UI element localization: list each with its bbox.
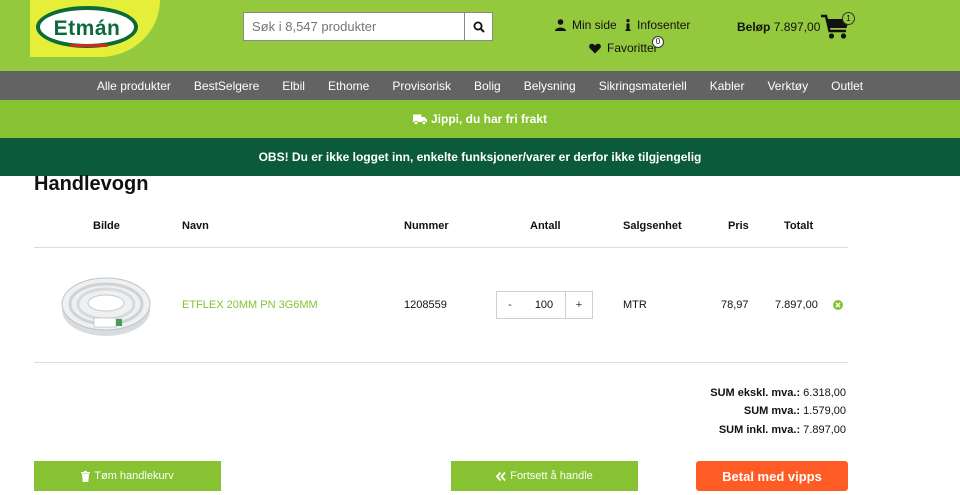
table-header-divider [34, 247, 848, 248]
free-shipping-text: Jippi, du har fri frakt [430, 112, 547, 126]
logo-oval: Etmán [36, 6, 138, 48]
sum-inc-vat-label: SUM inkl. mva.: [718, 424, 801, 436]
nav-item-sikringsmateriell[interactable]: Sikringsmateriell [587, 79, 698, 93]
main-navigation: Alle produkter BestSelgere Elbil Ethome … [0, 71, 960, 100]
sum-vat-label: SUM mva.: [743, 405, 801, 417]
product-name-link[interactable]: ETFLEX 20MM PN 3G6MM [182, 299, 318, 311]
site-header: Etmán Min side Infosenter Favoritter 0 [0, 0, 960, 71]
free-shipping-banner: Jippi, du har fri frakt [0, 100, 960, 138]
login-notice-banner: OBS! Du er ikke logget inn, enkelte funk… [0, 138, 960, 176]
search-icon [473, 21, 485, 33]
search-button[interactable] [464, 12, 493, 41]
column-header-quantity: Antall [530, 220, 561, 232]
remove-item-button[interactable] [833, 300, 843, 310]
quantity-input[interactable] [523, 291, 565, 319]
column-header-price: Pris [728, 220, 749, 232]
product-unit: MTR [623, 299, 647, 311]
sum-ex-vat-value: 6.318,00 [803, 387, 846, 399]
trash-icon [81, 470, 91, 482]
empty-cart-label: Tøm handlekurv [94, 470, 174, 482]
etman-logo[interactable]: Etmán [30, 0, 165, 60]
amount-value: 7.897,00 [773, 20, 821, 34]
heart-icon [589, 43, 601, 53]
nav-item-bolig[interactable]: Bolig [463, 79, 513, 93]
close-icon [835, 302, 841, 308]
info-center-label: Infosenter [637, 18, 691, 32]
nav-item-alle-produkter[interactable]: Alle produkter [85, 79, 182, 93]
info-icon [625, 19, 631, 31]
table-row-divider [34, 362, 848, 363]
logo-text: Etmán [53, 17, 121, 40]
column-header-image: Bilde [93, 220, 120, 232]
quantity-increase-button[interactable]: + [565, 291, 593, 319]
nav-item-belysning[interactable]: Belysning [512, 79, 587, 93]
product-number: 1208559 [404, 299, 447, 311]
favorites-count-badge: 0 [652, 36, 664, 48]
column-header-unit: Salgsenhet [623, 220, 682, 232]
my-page-label: Min side [572, 18, 617, 32]
column-header-number: Nummer [404, 220, 449, 232]
product-price: 78,97 [721, 299, 749, 311]
cart-count-badge: 1 [842, 12, 855, 25]
amount-label: Beløp [737, 20, 771, 34]
product-total: 7.897,00 [775, 299, 818, 311]
product-image[interactable] [58, 270, 154, 340]
empty-cart-button[interactable]: Tøm handlekurv [34, 461, 221, 491]
truck-icon [412, 114, 427, 125]
pay-with-vipps-label: Betal med vipps [722, 468, 822, 484]
column-header-name: Navn [182, 220, 209, 232]
sum-inc-vat-value: 7.897,00 [803, 424, 846, 436]
nav-item-elbil[interactable]: Elbil [271, 79, 317, 93]
nav-item-ethome[interactable]: Ethome [316, 79, 380, 93]
favorites-link[interactable]: Favoritter [589, 41, 658, 55]
search-input[interactable] [243, 12, 465, 41]
continue-shopping-label: Fortsett å handle [510, 470, 593, 482]
nav-item-outlet[interactable]: Outlet [820, 79, 875, 93]
sum-vat-value: 1.579,00 [803, 405, 846, 417]
info-center-link[interactable]: Infosenter [625, 18, 690, 32]
pay-with-vipps-button[interactable]: Betal med vipps [696, 461, 848, 491]
page-title: Handlevogn [34, 173, 149, 195]
sum-ex-vat-label: SUM ekskl. mva.: [710, 387, 801, 399]
quantity-decrease-button[interactable]: - [496, 291, 524, 319]
nav-item-provisorisk[interactable]: Provisorisk [381, 79, 463, 93]
user-icon [555, 19, 566, 31]
logo-underline [70, 44, 108, 47]
column-header-total: Totalt [784, 220, 814, 232]
sum-inc-vat: SUM inkl. mva.: 7.897,00 [640, 424, 846, 436]
double-chevron-left-icon [496, 471, 506, 481]
my-page-link[interactable]: Min side [555, 18, 617, 32]
sum-ex-vat: SUM ekskl. mva.: 6.318,00 [640, 387, 846, 399]
nav-item-kabler[interactable]: Kabler [698, 79, 756, 93]
sum-vat: SUM mva.: 1.579,00 [640, 405, 846, 417]
nav-item-bestselgere[interactable]: BestSelgere [182, 79, 270, 93]
login-notice-text: OBS! Du er ikke logget inn, enkelte funk… [258, 150, 702, 164]
continue-shopping-button[interactable]: Fortsett å handle [451, 461, 638, 491]
nav-item-verktoy[interactable]: Verktøy [756, 79, 820, 93]
favorites-label: Favoritter [607, 41, 658, 55]
cart-amount: Beløp 7.897,00 [737, 20, 820, 34]
